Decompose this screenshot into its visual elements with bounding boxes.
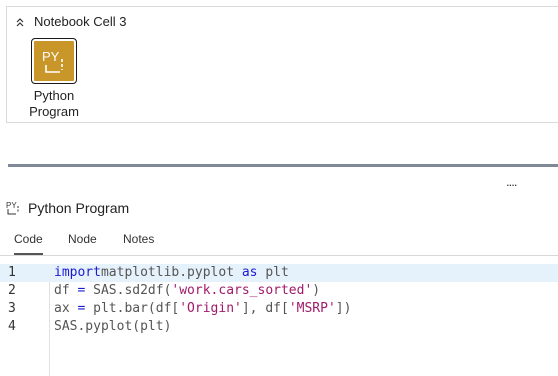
node-label: Python Program — [23, 88, 85, 120]
node-label-line2: Program — [29, 104, 79, 119]
properties-title: Python Program — [28, 200, 130, 216]
properties-tabs: Code Node Notes — [0, 224, 558, 256]
python-icon-text: PY — [42, 49, 60, 64]
code-token: matplotlib.pyplot — [100, 265, 242, 280]
line-number: 3 — [8, 301, 16, 316]
code-text: df = SAS.sd2df('work.cars_sorted') — [54, 282, 320, 300]
notebook-cell-panel: Notebook Cell 3 PY Python Program — [6, 6, 558, 123]
code-token: 'Origin' — [179, 301, 242, 316]
code-line[interactable]: 3 ax = plt.bar(df['Origin'], df['MSRP']) — [0, 300, 558, 318]
code-text: SAS.pyplot(plt) — [54, 318, 171, 336]
code-token: plt — [257, 265, 289, 280]
code-token: df — [54, 283, 78, 298]
code-token: 'work.cars_sorted' — [171, 283, 313, 298]
line-number: 4 — [8, 319, 16, 334]
code-token: ], df[ — [241, 301, 289, 316]
code-line[interactable]: 2 df = SAS.sd2df('work.cars_sorted') — [0, 282, 558, 300]
svg-text:PY: PY — [6, 201, 17, 210]
tab-notes[interactable]: Notes — [123, 224, 154, 254]
code-token: ]) — [335, 301, 352, 316]
code-token: import — [54, 265, 101, 280]
code-editor[interactable]: 1 importmatplotlib.pyplot as plt 2 df = SAS… — [0, 264, 558, 376]
line-number: 1 — [8, 265, 16, 280]
code-text: importmatplotlib.pyplot as plt — [54, 264, 289, 282]
python-program-small-icon: PY — [6, 200, 20, 216]
line-number: 2 — [8, 283, 16, 298]
code-line[interactable]: 4 SAS.pyplot(plt) — [0, 318, 558, 336]
node-label-line1: Python — [33, 88, 75, 103]
collapse-chevron-icon[interactable] — [14, 15, 26, 27]
cell-title: Notebook Cell 3 — [34, 13, 127, 29]
splitter-grip-handle[interactable]: .... — [506, 175, 517, 188]
code-text: ax = plt.bar(df['Origin'], df['MSRP']) — [54, 300, 351, 318]
python-program-icon[interactable]: PY — [31, 38, 77, 84]
code-token: 'MSRP' — [288, 301, 336, 316]
tab-node[interactable]: Node — [68, 224, 97, 254]
cell-header: Notebook Cell 3 — [14, 13, 127, 29]
code-token: ) — [312, 283, 321, 298]
code-token: plt.bar(df[ — [85, 301, 180, 316]
properties-header: PY Python Program — [6, 199, 129, 217]
tab-code[interactable]: Code — [14, 224, 43, 255]
code-line[interactable]: 1 importmatplotlib.pyplot as plt — [0, 264, 558, 282]
code-token: ax — [54, 301, 78, 316]
code-token: as — [241, 265, 258, 280]
code-token: SAS.pyplot(plt) — [54, 319, 172, 334]
splitter-bar[interactable] — [8, 164, 558, 167]
code-token: SAS.sd2df( — [85, 283, 172, 298]
